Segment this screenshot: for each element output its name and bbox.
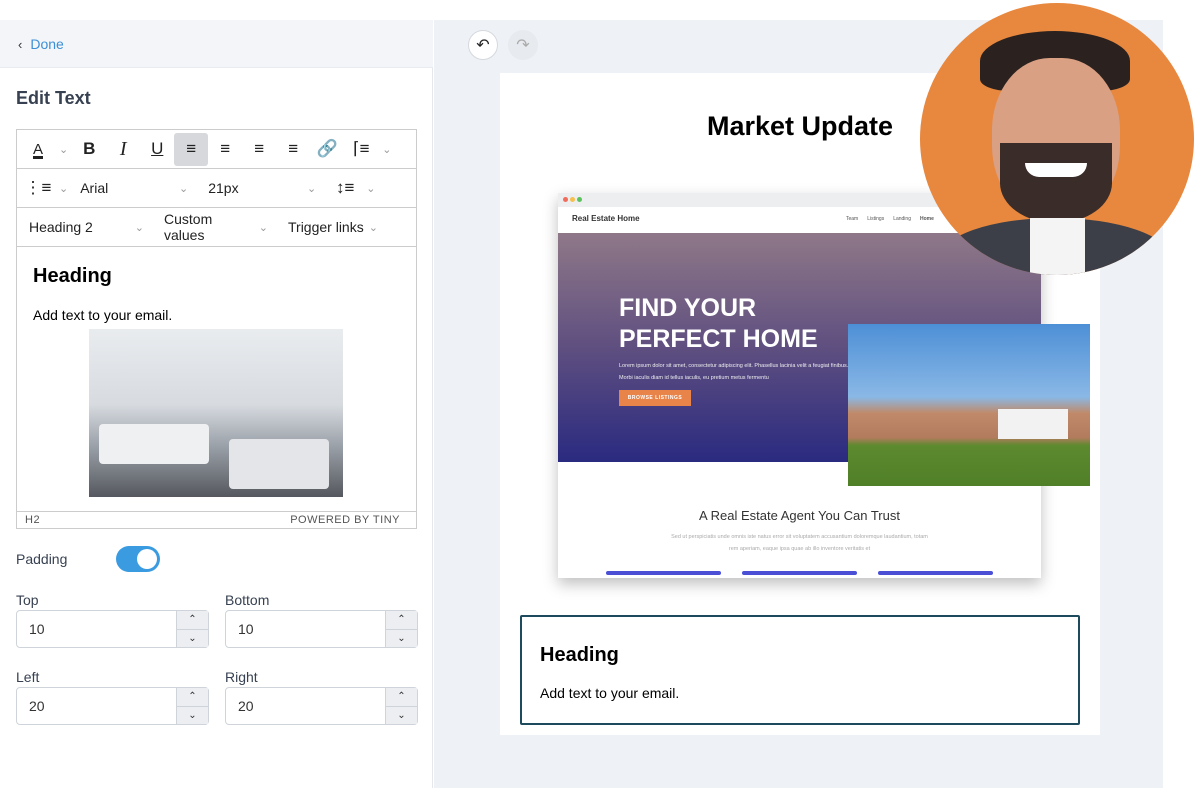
block-format-select[interactable]: Heading 2 ⌄ <box>21 219 156 235</box>
padding-toggle[interactable] <box>116 546 160 572</box>
link-icon[interactable]: 🔗 <box>310 133 344 166</box>
align-left-icon[interactable]: ≡ <box>174 132 209 166</box>
redo-icon: ↷ <box>516 37 530 54</box>
trigger-links-label: Trigger links <box>288 219 364 235</box>
custom-values-label: Custom values <box>164 211 213 243</box>
bullet-list-icon[interactable]: ⋮≡ <box>21 172 55 205</box>
site-nav-item: Listings <box>867 216 885 222</box>
house-photo <box>848 324 1090 486</box>
increment-icon[interactable]: ⌃ <box>177 688 208 707</box>
chevron-down-icon[interactable]: ⌄ <box>366 182 375 195</box>
site-nav: Team Listings Landing Home <box>846 216 934 222</box>
padding-bottom-input[interactable]: 10 ⌃ ⌄ <box>225 610 418 648</box>
chevron-down-icon: ⌄ <box>307 182 317 195</box>
hero-line: FIND YOUR <box>619 294 757 322</box>
editor-heading: Heading <box>33 265 112 287</box>
bold-icon[interactable]: B <box>72 133 106 166</box>
padding-label: Padding <box>16 551 68 567</box>
increment-icon[interactable]: ⌃ <box>386 611 417 630</box>
done-button[interactable]: ‹ Done <box>18 36 64 52</box>
panel-title: Edit Text <box>16 88 91 108</box>
line-height-icon[interactable]: ↕≡ <box>328 172 362 205</box>
increment-icon[interactable]: ⌃ <box>386 688 417 707</box>
section-text: Sed ut perspiciatis unde omnis iste natu… <box>671 534 928 552</box>
chevron-down-icon[interactable]: ⌄ <box>59 143 68 156</box>
font-size-select[interactable]: 21px ⌄ <box>200 180 328 196</box>
padding-right-input[interactable]: 20 ⌃ ⌄ <box>225 687 418 725</box>
chevron-down-icon: ⌄ <box>368 221 378 234</box>
hero-line: PERFECT HOME <box>619 325 818 353</box>
site-nav-item: Landing <box>893 216 911 222</box>
section-title: A Real Estate Agent You Can Trust <box>699 508 900 523</box>
chevron-down-icon[interactable]: ⌄ <box>382 143 391 156</box>
text-color-icon[interactable]: A <box>21 133 55 166</box>
living-room-image <box>89 329 343 497</box>
decrement-icon[interactable]: ⌄ <box>177 707 208 725</box>
decrement-icon[interactable]: ⌄ <box>177 630 208 648</box>
chevron-down-icon: ⌄ <box>134 221 144 234</box>
trigger-links-menu[interactable]: Trigger links ⌄ <box>280 219 390 235</box>
rich-text-editor: A ⌄ B I U ≡ ≡ ≡ ≡ 🔗 ⌈≡ ⌄ ⋮≡ ⌄ Arial ⌄ 21px ⌄ … <box>16 129 417 529</box>
agent-avatar <box>920 3 1194 275</box>
right-label: Right <box>225 669 258 685</box>
undo-icon: ↶ <box>476 37 490 54</box>
hero-heading: FIND YOUR PERFECT HOME <box>619 293 818 355</box>
chevron-left-icon: ‹ <box>18 36 23 52</box>
font-family-value: Arial <box>80 180 109 196</box>
numbered-list-icon[interactable]: ⌈≡ <box>344 133 378 166</box>
powered-by[interactable]: POWERED BY TINY <box>290 514 400 529</box>
site-nav-item: Team <box>846 216 859 222</box>
decrement-icon[interactable]: ⌄ <box>386 630 417 648</box>
padding-top-value: 10 <box>29 621 45 637</box>
padding-right-value: 20 <box>238 698 254 714</box>
editor-statusbar: H2 POWERED BY TINY <box>17 511 416 529</box>
selected-text-block[interactable]: Heading Add text to your email. <box>520 615 1080 725</box>
chevron-down-icon: ⌄ <box>258 221 268 234</box>
redo-button[interactable]: ↷ <box>508 30 538 60</box>
editor-body: Add text to your email. <box>33 307 173 323</box>
site-nav-item: Home <box>919 216 934 222</box>
element-path[interactable]: H2 <box>25 514 40 529</box>
block-heading: Heading <box>540 644 619 666</box>
block-format-value: Heading 2 <box>29 219 93 235</box>
bottom-label: Bottom <box>225 592 270 608</box>
top-label: Top <box>16 592 39 608</box>
editor-content[interactable]: Heading Add text to your email. <box>17 247 416 511</box>
chevron-down-icon: ⌄ <box>179 182 189 195</box>
hero-text: Lorem ipsum dolor sit amet, consectetur … <box>619 363 849 381</box>
undo-button[interactable]: ↶ <box>468 30 498 60</box>
custom-values-menu[interactable]: Custom values ⌄ <box>156 211 280 243</box>
padding-left-value: 20 <box>29 698 45 714</box>
justify-icon[interactable]: ≡ <box>276 133 310 166</box>
chevron-down-icon[interactable]: ⌄ <box>59 182 68 195</box>
align-center-icon[interactable]: ≡ <box>208 133 242 166</box>
font-size-value: 21px <box>208 180 239 196</box>
underline-icon[interactable]: U <box>140 133 174 166</box>
decrement-icon[interactable]: ⌄ <box>386 707 417 725</box>
panel-header <box>0 20 433 68</box>
browse-listings-button: BROWSE LISTINGS <box>619 390 691 406</box>
left-label: Left <box>16 669 40 685</box>
padding-top-input[interactable]: 10 ⌃ ⌄ <box>16 610 209 648</box>
site-brand: Real Estate Home <box>572 214 640 223</box>
align-right-icon[interactable]: ≡ <box>242 133 276 166</box>
block-body: Add text to your email. <box>540 685 680 701</box>
font-family-select[interactable]: Arial ⌄ <box>72 180 200 196</box>
padding-bottom-value: 10 <box>238 621 254 637</box>
padding-left-input[interactable]: 20 ⌃ ⌄ <box>16 687 209 725</box>
italic-icon[interactable]: I <box>106 133 140 166</box>
increment-icon[interactable]: ⌃ <box>177 611 208 630</box>
done-label: Done <box>30 36 64 52</box>
